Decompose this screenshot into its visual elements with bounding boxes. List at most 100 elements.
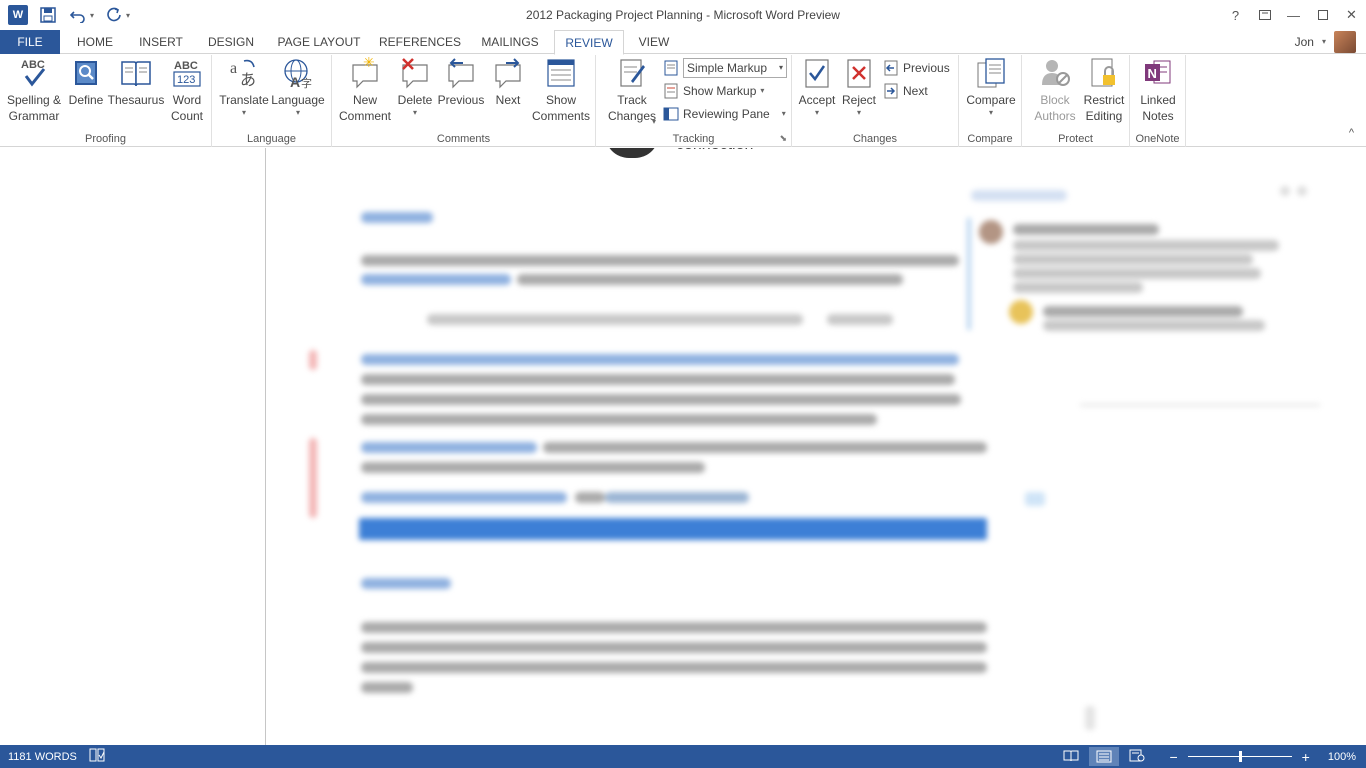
tab-page-layout[interactable]: PAGE LAYOUT [272,30,366,54]
collapse-ribbon-chevron-up-icon[interactable]: ^ [1349,127,1354,139]
accept-button[interactable]: Accept ▾ [796,57,838,118]
word-label: Word [172,93,202,107]
group-protect: Block Authors Restrict Editing Protect [1022,55,1130,147]
block-authors-button[interactable]: Block Authors [1026,57,1084,124]
comment-icon[interactable] [1025,492,1045,506]
translate-button[interactable]: aあ Translate ▾ [216,57,272,118]
grammar-label: Grammar [8,109,60,123]
show-markup-label: Show Markup [683,84,757,98]
show-markup-icon [663,83,679,99]
thesaurus-label: Thesaurus [107,93,165,107]
show-markup-button[interactable]: Show Markup ▾ [663,81,764,101]
print-layout-icon[interactable] [1089,747,1120,766]
proofing-status-icon[interactable] [89,748,105,765]
compare-label: Compare [966,93,1016,107]
show-comments-button[interactable]: Show Comments [530,57,592,124]
ribbon-display-options-icon[interactable] [1250,0,1279,30]
reject-icon [843,57,875,89]
svg-text:a: a [230,60,237,77]
minimize-icon[interactable]: — [1279,0,1308,30]
word-count-status[interactable]: 1181 WORDS [8,751,77,763]
doc-selected-line [605,492,749,503]
tab-mailings[interactable]: MAILINGS [474,30,546,54]
spelling-grammar-button[interactable]: ABC Spelling & Grammar [4,57,64,124]
restrict-label: Restrict [1083,93,1125,107]
linked-notes-button[interactable]: N Linked Notes [1132,57,1184,124]
document-page[interactable]: connection [267,148,1366,745]
delete-dropdown-icon: ▾ [412,108,417,117]
define-button[interactable]: Define [66,57,106,108]
next-change-button[interactable]: Next [883,81,928,101]
read-mode-icon[interactable] [1063,749,1079,765]
help-icon[interactable]: ? [1221,0,1250,30]
new-comment-button[interactable]: ✳ New Comment [334,57,396,124]
user-account[interactable]: Jon ▾ [1295,30,1356,54]
group-label-protect: Protect [1058,133,1093,145]
comment-anchor-mark[interactable] [309,438,317,518]
tab-view[interactable]: VIEW [632,30,676,54]
tab-design[interactable]: DESIGN [200,30,262,54]
thesaurus-button[interactable]: Thesaurus [107,57,165,108]
doc-text-line [361,682,413,693]
previous-change-button[interactable]: Previous [883,58,950,78]
zoom-out-button[interactable]: − [1169,749,1177,765]
svg-text:ABC: ABC [174,60,198,72]
zoom-level[interactable]: 100% [1328,751,1356,763]
navigation-pane[interactable] [0,148,266,745]
track-changes-dropdown-icon[interactable]: ▾ [652,117,656,127]
zoom-slider[interactable] [1187,751,1292,762]
comment-text-line [1013,282,1143,293]
doc-link-line [361,354,959,365]
group-label-comments: Comments [436,133,491,145]
reject-button[interactable]: Reject ▾ [839,57,879,118]
show-comments-icon [545,57,577,89]
notes-label: Notes [1142,109,1174,123]
previous-comment-icon [445,57,477,89]
web-layout-icon[interactable] [1129,749,1145,765]
markup-display-select[interactable]: Simple Markup ▾ [683,58,787,78]
comments-pane-icon[interactable] [1280,186,1290,196]
display-for-review-icon-wrap [663,58,679,78]
doc-text-line [361,642,987,653]
group-label-compare: Compare [967,133,1013,145]
group-compare: Compare ▾ Compare [959,55,1022,147]
svg-text:あ: あ [240,70,256,89]
close-icon[interactable]: ✕ [1337,0,1366,30]
doc-text-line [361,374,955,385]
window-title: 2012 Packaging Project Planning - Micros… [526,8,840,22]
compare-button[interactable]: Compare ▾ [961,57,1021,118]
accept-dropdown-icon: ▾ [814,108,819,117]
delete-comment-button[interactable]: Delete ▾ [394,57,436,118]
word-count-icon: ABC 123 [171,57,203,89]
maximize-icon[interactable] [1308,0,1337,30]
tab-review[interactable]: REVIEW [554,30,624,55]
comments-pane-icon[interactable] [1297,186,1307,196]
onenote-icon: N [1142,57,1174,89]
zoom-slider-thumb[interactable] [1238,751,1242,762]
comment-label: Comment [338,109,391,123]
comment-text-line [1013,254,1253,265]
word-count-button[interactable]: ABC 123 Word Count [166,57,208,124]
spelling-label: Spelling & [6,93,62,107]
doc-link-line [361,492,567,503]
comment-divider [1080,404,1320,406]
doc-text-line [361,394,961,405]
restrict-editing-button[interactable]: Restrict Editing [1080,57,1128,124]
next-comment-button[interactable]: Next [486,57,530,108]
tab-insert[interactable]: INSERT [132,30,190,54]
comment-anchor-mark[interactable] [309,350,317,370]
group-label-onenote: OneNote [1135,133,1180,145]
doc-link-line [361,442,537,453]
reviewing-pane-button[interactable]: Reviewing Pane ▾ [663,104,786,124]
tab-references[interactable]: REFERENCES [376,30,464,54]
tab-file[interactable]: FILE [0,30,60,54]
track-changes-button[interactable]: Track Changes [602,57,662,124]
zoom-in-button[interactable]: + [1302,749,1310,765]
reject-label: Reject [841,93,876,107]
next-label: Next [495,93,521,107]
translate-label: Translate [219,93,269,107]
group-label-changes: Changes [852,133,898,145]
tab-home[interactable]: HOME [66,30,124,54]
previous-comment-button[interactable]: Previous [436,57,486,108]
language-button[interactable]: A字 Language ▾ [270,57,326,118]
